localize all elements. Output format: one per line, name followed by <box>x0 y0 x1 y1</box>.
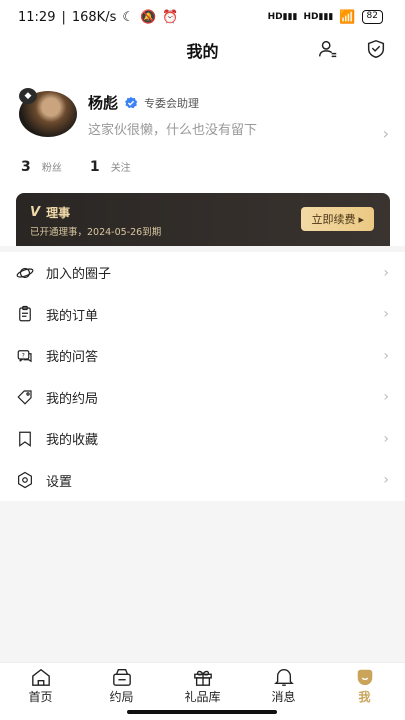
bookmark-icon <box>16 430 34 448</box>
menu-label: 我的问答 <box>46 350 99 366</box>
menu-label: 设置 <box>46 474 73 490</box>
battery-icon: 82 <box>361 10 383 24</box>
user-name: 杨彪 <box>88 94 119 112</box>
follow-label: 关注 <box>110 163 131 174</box>
verified-icon <box>124 96 138 110</box>
fans-stat[interactable]: 3 粉丝 <box>21 156 62 175</box>
play-arrow-icon: ▸ <box>358 212 364 226</box>
signal-icon: HD▮▮▮ <box>267 12 298 22</box>
menu-item-circles[interactable]: 加入的圈子 › <box>0 252 405 294</box>
ticket-icon <box>16 388 34 406</box>
name-row: 杨彪 专委会助理 <box>88 92 199 113</box>
bell-icon <box>273 669 294 686</box>
tab-label: 消息 <box>271 690 296 704</box>
chevron-right-icon: › <box>383 472 389 489</box>
menu-item-favorites[interactable]: 我的收藏 › <box>0 418 405 460</box>
mute-icon: 🔕 <box>140 9 157 25</box>
status-right: HD▮▮▮ HD▮▮▮ 📶 82 <box>268 10 383 25</box>
wifi-icon: 📶 <box>339 9 356 25</box>
follow-count: 1 <box>89 159 100 175</box>
menu-label: 我的订单 <box>46 308 99 324</box>
page-header: 我的 <box>0 34 405 66</box>
vip-badge-icon: V <box>30 205 41 220</box>
profile-chevron-right-icon[interactable]: › <box>383 124 389 143</box>
tab-label: 我 <box>358 690 371 704</box>
planet-icon <box>16 264 34 282</box>
alarm-icon: ⏰ <box>162 9 179 25</box>
tab-me[interactable]: 我 <box>324 663 405 720</box>
menu-item-settings[interactable]: 设置 › <box>0 460 405 502</box>
user-stats: 3 粉丝 1 关注 <box>21 156 131 175</box>
menu-list: 加入的圈子 › 我的订单 › ? 我的问答 › 我的约局 › 我的收藏 › 设置… <box>0 252 405 501</box>
vip-title: 理事 <box>46 206 71 220</box>
follow-stat[interactable]: 1 关注 <box>90 156 131 175</box>
status-left: 11:29 | 168K/s ☾ 🔕 ⏰ <box>18 10 178 25</box>
header-actions <box>317 38 387 64</box>
fans-count: 3 <box>21 159 31 175</box>
tab-label: 约局 <box>109 690 134 704</box>
qa-icon: ? <box>16 347 34 365</box>
menu-item-qa[interactable]: ? 我的问答 › <box>0 335 405 377</box>
tab-label: 首页 <box>28 690 53 704</box>
status-speed: 168K/s <box>71 9 117 25</box>
tab-home[interactable]: 首页 <box>0 663 81 720</box>
user-role: 专委会助理 <box>144 96 200 110</box>
user-bio: 这家伙很懒，什么也没有留下 <box>88 123 258 138</box>
chevron-right-icon: › <box>383 306 389 323</box>
status-time: 11:29 <box>18 9 56 25</box>
order-icon <box>16 305 34 323</box>
chevron-right-icon: › <box>383 264 389 281</box>
user-list-icon[interactable] <box>317 38 339 64</box>
moon-icon: ☾ <box>122 9 135 25</box>
shield-icon[interactable] <box>365 38 387 64</box>
home-indicator[interactable] <box>127 710 277 714</box>
menu-label: 加入的圈子 <box>46 267 112 283</box>
me-icon <box>357 669 372 686</box>
menu-label: 我的收藏 <box>46 433 99 449</box>
svg-text:?: ? <box>22 352 25 359</box>
profile-section[interactable]: ◆ 杨彪 专委会助理 这家伙很懒，什么也没有留下 › 3 粉丝 1 关注 V 理… <box>0 66 405 246</box>
vip-card[interactable]: V 理事 已开通理事，2024-05-26到期 立即续费 ▸ <box>16 193 390 246</box>
chevron-right-icon: › <box>383 389 389 406</box>
menu-item-meetups[interactable]: 我的约局 › <box>0 377 405 419</box>
renew-label: 立即续费 <box>311 213 356 226</box>
menu-item-orders[interactable]: 我的订单 › <box>0 294 405 336</box>
settings-icon <box>16 471 34 489</box>
fans-label: 粉丝 <box>41 163 62 174</box>
page-title: 我的 <box>186 42 219 61</box>
chevron-right-icon: › <box>383 430 389 447</box>
meetup-icon <box>112 669 131 686</box>
menu-label: 我的约局 <box>46 391 99 407</box>
cat-badge-icon: ◆ <box>19 88 37 104</box>
avatar-wrapper[interactable]: ◆ <box>19 88 77 137</box>
tab-label: 礼品库 <box>184 690 221 704</box>
chevron-right-icon: › <box>383 347 389 364</box>
status-divider: | <box>61 9 66 25</box>
status-bar: 11:29 | 168K/s ☾ 🔕 ⏰ HD▮▮▮ HD▮▮▮ 📶 82 <box>0 0 405 34</box>
home-icon <box>31 668 50 686</box>
renew-button[interactable]: 立即续费 ▸ <box>301 207 374 231</box>
gift-icon <box>193 670 212 686</box>
vip-title-row: V 理事 <box>30 204 70 221</box>
vip-expiry: 已开通理事，2024-05-26到期 <box>30 227 162 238</box>
signal-icon-2: HD▮▮▮ <box>303 12 334 22</box>
